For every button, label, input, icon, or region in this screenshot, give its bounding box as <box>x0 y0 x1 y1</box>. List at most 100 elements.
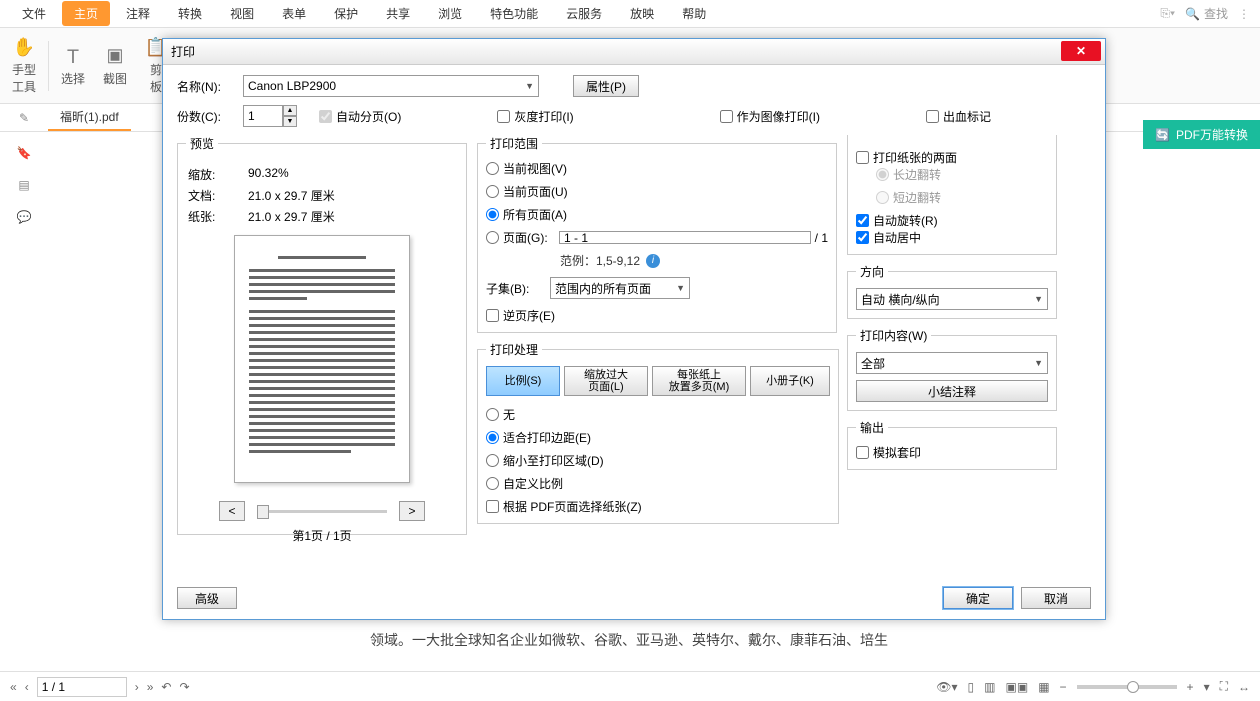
cancel-button[interactable]: 取消 <box>1021 587 1091 609</box>
preview-next-button[interactable]: > <box>399 501 425 521</box>
range-all-pages[interactable]: 所有页面(A) <box>486 206 828 223</box>
zoom-dropdown-icon[interactable]: ▾ <box>1204 680 1210 694</box>
search-box[interactable]: 🔍 查找 <box>1185 5 1228 22</box>
range-example: 范例：1,5-9,12 <box>560 252 640 269</box>
preview-page-label: 第1页 / 1页 <box>186 527 458 544</box>
edit-icon[interactable]: ✎ <box>19 111 29 125</box>
range-current-page[interactable]: 当前页面(U) <box>486 183 828 200</box>
menu-features[interactable]: 特色功能 <box>478 1 550 26</box>
menu-help[interactable]: 帮助 <box>670 1 718 26</box>
background-text: 领域。一大批全球知名企业如微软、谷歌、亚马逊、英特尔、戴尔、康菲石油、培生 <box>370 630 888 650</box>
comment-icon[interactable]: 💬 <box>17 210 32 224</box>
scale-shrink[interactable]: 缩小至打印区域(D) <box>486 452 830 469</box>
preview-group: 预览 缩放:90.32% 文档:21.0 x 29.7 厘米 纸张:21.0 x… <box>177 135 467 535</box>
paper-value: 21.0 x 29.7 厘米 <box>248 208 458 225</box>
snapshot-tool[interactable]: ▣截图 <box>97 41 133 91</box>
long-edge-radio[interactable]: 长边翻转 <box>876 166 1048 183</box>
preview-page <box>234 235 410 483</box>
bookmark-icon[interactable]: 🔖 <box>17 146 32 160</box>
properties-button[interactable]: 属性(P) <box>573 75 639 97</box>
menu-view[interactable]: 视图 <box>218 1 266 26</box>
handling-tile-button[interactable]: 缩放过大 页面(L) <box>564 366 648 396</box>
layout-continuous-icon[interactable]: ▥ <box>984 680 995 694</box>
menu-protect[interactable]: 保护 <box>322 1 370 26</box>
menu-cloud[interactable]: 云服务 <box>554 1 614 26</box>
range-pages-total: / 1 <box>815 231 828 245</box>
menu-home[interactable]: 主页 <box>62 1 110 26</box>
printer-select[interactable]: Canon LBP2900▼ <box>243 75 539 97</box>
zoom-out-icon[interactable]: − <box>1060 680 1067 694</box>
simulate-overprint-checkbox[interactable]: 模拟套印 <box>856 444 1048 461</box>
menu-form[interactable]: 表单 <box>270 1 318 26</box>
search-icon: 🔍 <box>1185 7 1200 21</box>
fit-width-icon[interactable]: ↔ <box>1238 680 1250 694</box>
copies-input[interactable] <box>243 105 283 127</box>
subset-select[interactable]: 范围内的所有页面▼ <box>550 277 690 299</box>
page-number-input[interactable] <box>37 677 127 697</box>
choose-paper-checkbox[interactable]: 根据 PDF页面选择纸张(Z) <box>486 498 830 515</box>
zoom-slider[interactable] <box>1077 685 1177 689</box>
orientation-select[interactable]: 自动 横向/纵向▼ <box>856 288 1048 310</box>
summary-comments-button[interactable]: 小结注释 <box>856 380 1048 402</box>
info-icon[interactable]: i <box>646 254 660 268</box>
rotate-right-icon[interactable]: ↷ <box>179 680 189 694</box>
auto-collate-checkbox[interactable]: 自动分页(O) <box>319 108 401 125</box>
duplex-checkbox[interactable]: 打印纸张的两面 <box>856 149 1048 166</box>
layout-cont-facing-icon[interactable]: ▦ <box>1038 680 1049 694</box>
search-placeholder: 查找 <box>1204 5 1228 22</box>
more-icon[interactable]: ⋮ <box>1238 7 1250 21</box>
close-button[interactable]: ✕ <box>1061 41 1101 61</box>
grayscale-checkbox[interactable]: 灰度打印(I) <box>497 108 573 125</box>
select-tool[interactable]: Ｔ选择 <box>55 41 91 91</box>
range-pages-radio[interactable] <box>486 231 499 244</box>
scale-fit[interactable]: 适合打印边距(E) <box>486 429 830 446</box>
zoom-label: 缩放: <box>188 166 248 183</box>
handling-booklet-button[interactable]: 小册子(K) <box>750 366 830 396</box>
print-as-image-checkbox[interactable]: 作为图像打印(I) <box>720 108 820 125</box>
menu-annotate[interactable]: 注释 <box>114 1 162 26</box>
menu-play[interactable]: 放映 <box>618 1 666 26</box>
settings-icon[interactable]: ⎘▾ <box>1160 6 1175 21</box>
pages-icon[interactable]: ▤ <box>18 178 29 192</box>
content-select[interactable]: 全部▼ <box>856 352 1048 374</box>
auto-center-checkbox[interactable]: 自动居中 <box>856 229 1048 246</box>
pdf-convert-badge[interactable]: 🔄 PDF万能转换 <box>1143 120 1260 149</box>
layout-single-icon[interactable]: ▯ <box>968 680 975 694</box>
preview-slider[interactable] <box>257 510 387 513</box>
first-page-icon[interactable]: « <box>10 680 17 694</box>
range-pages-input[interactable] <box>559 231 811 244</box>
subset-label: 子集(B): <box>486 280 542 297</box>
last-page-icon[interactable]: » <box>147 680 154 694</box>
copies-spinner[interactable]: ▲▼ <box>243 105 297 127</box>
reverse-order-checkbox[interactable]: 逆页序(E) <box>486 307 828 324</box>
rotate-left-icon[interactable]: ↶ <box>161 680 171 694</box>
next-page-icon[interactable]: › <box>135 680 139 694</box>
advanced-button[interactable]: 高级 <box>177 587 237 609</box>
handling-multi-button[interactable]: 每张纸上 放置多页(M) <box>652 366 746 396</box>
range-current-view[interactable]: 当前视图(V) <box>486 160 828 177</box>
prev-page-icon[interactable]: ‹ <box>25 680 29 694</box>
scale-none[interactable]: 无 <box>486 406 830 423</box>
menu-file[interactable]: 文件 <box>10 1 58 26</box>
fullscreen-icon[interactable]: ⛶ <box>1220 679 1228 694</box>
hand-tool[interactable]: ✋手型 工具 <box>6 32 42 99</box>
zoom-in-icon[interactable]: + <box>1187 680 1194 694</box>
chevron-down-icon: ▼ <box>525 81 534 91</box>
scale-custom[interactable]: 自定义比例 <box>486 475 830 492</box>
spinner-up-icon[interactable]: ▲ <box>283 105 297 116</box>
eye-icon[interactable]: 👁▾ <box>936 680 957 694</box>
spinner-down-icon[interactable]: ▼ <box>283 116 297 127</box>
select-icon: Ｔ <box>62 45 84 67</box>
menu-browse[interactable]: 浏览 <box>426 1 474 26</box>
menu-convert[interactable]: 转换 <box>166 1 214 26</box>
orientation-group: 方向 自动 横向/纵向▼ <box>847 263 1057 319</box>
menu-share[interactable]: 共享 <box>374 1 422 26</box>
layout-facing-icon[interactable]: ▣▣ <box>1006 680 1029 694</box>
preview-prev-button[interactable]: < <box>219 501 245 521</box>
short-edge-radio[interactable]: 短边翻转 <box>876 189 1048 206</box>
ok-button[interactable]: 确定 <box>943 587 1013 609</box>
bleed-checkbox[interactable]: 出血标记 <box>926 108 991 125</box>
handling-scale-button[interactable]: 比例(S) <box>486 366 560 396</box>
auto-rotate-checkbox[interactable]: 自动旋转(R) <box>856 212 1048 229</box>
document-tab[interactable]: 福昕(1).pdf <box>48 104 131 131</box>
